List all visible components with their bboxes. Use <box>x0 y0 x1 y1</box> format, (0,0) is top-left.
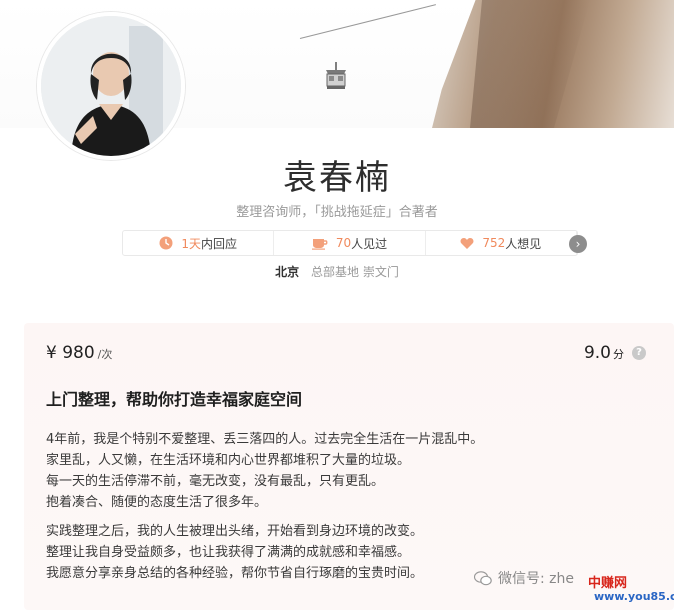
score-unit: 分 <box>613 348 624 361</box>
brand-url: www.you85.com <box>594 590 674 603</box>
price-value: ¥ 980 <box>46 343 95 363</box>
service-price: ¥ 980/次 <box>46 343 112 363</box>
description-line: 实践整理之后，我的人生被理出头绪，开始看到身边环境的改变。 <box>46 524 424 539</box>
description-paragraph-2: 实践整理之后，我的人生被理出头绪，开始看到身边环境的改变。 整理让我自身受益颇多… <box>46 521 423 584</box>
service-title: 上门整理，帮助你打造幸福家庭空间 <box>46 390 303 409</box>
location-detail: 总部基地 崇文门 <box>311 265 399 279</box>
description-line: 我愿意分享亲身总结的各种经验，帮你节省自行琢磨的宝贵时间。 <box>46 566 424 581</box>
description-line: 整理让我自身受益颇多，也让我获得了满满的成就感和幸福感。 <box>46 545 411 560</box>
stat-response-label: 内回应 <box>200 236 237 251</box>
stat-want-label: 人想见 <box>505 236 542 251</box>
avatar[interactable] <box>37 12 185 160</box>
description-line: 每一天的生活停滞不前，毫无改变，没有最乱，只有更乱。 <box>46 474 385 489</box>
heart-icon <box>460 237 474 250</box>
cup-icon <box>311 236 328 250</box>
profile-subtitle: 整理咨询师，「挑战拖延症」合著者 <box>236 205 438 220</box>
service-score: 9.0 分 ? <box>584 343 646 363</box>
chevron-right-icon[interactable]: › <box>569 235 587 253</box>
description-line: 家里乱，人又懒，在生活环境和内心世界都堆积了大量的垃圾。 <box>46 453 411 468</box>
stats-bar: 1天 内回应 70 人见过 752 人想见 › <box>122 230 587 256</box>
stat-response: 1天 内回应 <box>123 231 275 255</box>
watermark: 微信号: zhe 中赚网 www.you85.com <box>452 568 674 610</box>
description-paragraph-1: 4年前，我是个特别不爱整理、丢三落四的人。过去完全生活在一片混乱中。 家里乱，人… <box>46 429 483 513</box>
brand-logo: 中赚网 <box>588 576 628 591</box>
cable-car-icon <box>326 62 346 89</box>
page-title: 袁春楠 <box>283 158 391 198</box>
info-icon[interactable]: ? <box>632 346 646 360</box>
stat-met-label: 人见过 <box>351 236 388 251</box>
score-value: 9.0 <box>583 343 611 363</box>
stat-met: 70 人见过 <box>274 231 426 255</box>
wechat-icon <box>474 570 492 586</box>
wechat-text: 微信号: zhe <box>498 571 575 587</box>
cable-line <box>299 4 436 39</box>
wechat-watermark: 微信号: zhe <box>474 568 574 588</box>
price-unit: /次 <box>97 348 113 361</box>
description-line: 抱着凑合、随便的态度生活了很多年。 <box>46 495 268 510</box>
stat-met-value: 70 <box>335 236 352 250</box>
clock-icon <box>159 236 173 250</box>
location-city: 北京 <box>275 265 300 279</box>
stat-want-value: 752 <box>482 236 506 250</box>
person-portrait-icon <box>41 16 181 156</box>
description-line: 4年前，我是个特别不爱整理、丢三落四的人。过去完全生活在一片混乱中。 <box>46 432 484 447</box>
service-card[interactable]: ¥ 980/次 9.0 分 ? 上门整理，帮助你打造幸福家庭空间 4年前，我是个特… <box>24 323 674 610</box>
location: 北京 总部基地 崇文门 <box>0 263 674 280</box>
stat-response-value: 1天 <box>181 236 201 251</box>
stat-want: 752 人想见 <box>426 231 577 255</box>
